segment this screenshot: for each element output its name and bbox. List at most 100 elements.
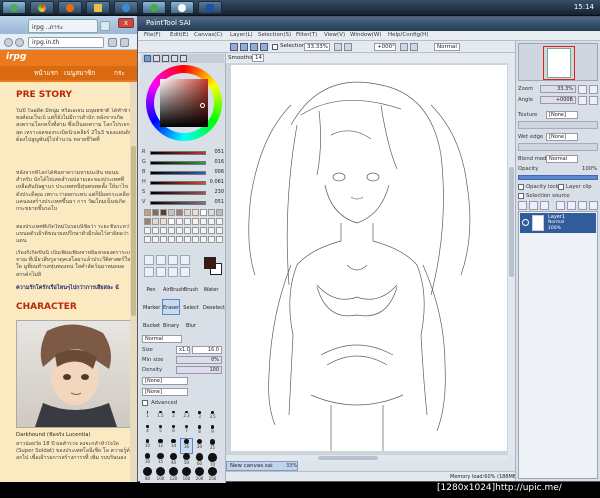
color-swatch[interactable] xyxy=(208,209,215,216)
brush-size-preset[interactable]: 1.5 xyxy=(155,411,166,425)
brush-shape-select[interactable]: [None] xyxy=(142,377,188,385)
nav-zoom-out-icon[interactable] xyxy=(578,85,587,94)
brush-size-preset[interactable]: 160 xyxy=(181,467,192,481)
color-slider-value[interactable]: 051 xyxy=(208,199,224,205)
color-swatch[interactable] xyxy=(200,209,207,216)
menu-window[interactable]: Window(W) xyxy=(350,32,381,38)
brush-size-preset[interactable]: 6 xyxy=(168,425,179,439)
tool-deselect[interactable]: Deselect xyxy=(202,299,225,315)
wetedge-select[interactable]: [None] xyxy=(546,133,578,141)
menu-layer[interactable]: Layer(L) xyxy=(230,32,253,38)
color-slider-track[interactable] xyxy=(150,151,206,155)
menu-canvas[interactable]: Canvas(C) xyxy=(194,32,222,38)
brush-size-preset[interactable]: 1 xyxy=(142,411,153,425)
swatches-tab-icon[interactable] xyxy=(171,55,178,62)
tool-empty[interactable] xyxy=(202,317,220,333)
menu-filter[interactable]: Filter(T) xyxy=(296,32,317,38)
new-folder-icon[interactable] xyxy=(540,201,549,210)
menu-edit[interactable]: Edit(E) xyxy=(170,32,188,38)
brush-size-preset[interactable]: 70 xyxy=(207,453,218,467)
nav-zoom-in-icon[interactable] xyxy=(589,85,598,94)
zoom-tool-icon[interactable] xyxy=(144,267,154,277)
deselect-icon[interactable] xyxy=(250,43,258,51)
color-swatch[interactable] xyxy=(184,227,191,234)
navigator-preview[interactable] xyxy=(518,43,598,81)
tool-airbrush[interactable]: AirBrush xyxy=(162,281,184,297)
layer-clip-checkbox[interactable] xyxy=(558,184,564,190)
selection-checkbox[interactable] xyxy=(272,44,278,50)
color-swatch[interactable] xyxy=(160,218,167,225)
browser-scroll-thumb[interactable] xyxy=(131,146,136,316)
tool-pen[interactable]: Pen xyxy=(142,281,160,297)
brush-size-preset[interactable]: 250 xyxy=(207,467,218,481)
brush-size-preset[interactable]: 2.3 xyxy=(181,411,192,425)
color-swatch[interactable] xyxy=(200,218,207,225)
density-field[interactable]: 100 xyxy=(176,366,222,374)
color-swatch[interactable] xyxy=(216,218,223,225)
color-slider-b[interactable]: B 006 xyxy=(142,169,224,177)
color-slider-value[interactable]: 051 xyxy=(208,149,224,155)
delete-layer-icon[interactable] xyxy=(589,201,598,210)
color-mode-tabs[interactable] xyxy=(142,54,224,63)
color-swatch[interactable] xyxy=(192,218,199,225)
color-swatch[interactable] xyxy=(168,236,175,243)
tool-blur[interactable]: Blur xyxy=(182,317,200,333)
color-swatch[interactable] xyxy=(160,227,167,234)
color-swatch[interactable] xyxy=(176,236,183,243)
color-slider-v[interactable]: V 051 xyxy=(142,199,224,207)
brush-size-preset[interactable]: 100 xyxy=(155,467,166,481)
navigator-viewport[interactable] xyxy=(543,46,575,80)
brush-size-preset[interactable]: 50 xyxy=(181,453,192,467)
brush-size-preset[interactable]: 40 xyxy=(168,453,179,467)
taskbar-folder-button[interactable] xyxy=(86,1,110,14)
zoom-out-icon[interactable] xyxy=(334,43,342,51)
angle-field[interactable]: +000° xyxy=(374,43,396,51)
brush-size-preset[interactable]: 4 xyxy=(142,425,153,439)
tool-select[interactable]: Select xyxy=(182,299,200,315)
taskbar-photoshop-button[interactable] xyxy=(198,1,222,14)
brush-size-preset[interactable]: 60 xyxy=(194,453,205,467)
wrench-icon[interactable] xyxy=(120,38,129,47)
zoom-in-icon[interactable] xyxy=(344,43,352,51)
address-bar[interactable]: irpg.in.th xyxy=(28,37,104,48)
hsv-slider-tab-icon[interactable] xyxy=(162,55,169,62)
rect-select-icon[interactable] xyxy=(144,255,154,265)
color-slider-r[interactable]: R 051 xyxy=(142,149,224,157)
invert-selection-icon[interactable] xyxy=(260,43,268,51)
undo-icon[interactable] xyxy=(230,43,238,51)
lasso-icon[interactable] xyxy=(156,255,166,265)
color-slider-track[interactable] xyxy=(150,181,206,185)
brush-size-preset[interactable]: 25 xyxy=(207,439,218,453)
new-tab-button[interactable] xyxy=(100,21,110,31)
brush-size-preset[interactable]: 120 xyxy=(168,467,179,481)
brush-texture-select[interactable]: [None] xyxy=(142,388,188,396)
color-swatch[interactable] xyxy=(152,218,159,225)
rotate-left-icon[interactable] xyxy=(400,43,408,51)
tool-bucket[interactable]: Bucket xyxy=(142,317,160,333)
texture-select[interactable]: [None] xyxy=(546,111,578,119)
nav-angle-field[interactable]: +000B xyxy=(540,96,576,104)
nav-rotate-right-icon[interactable] xyxy=(589,96,598,105)
swatch-grid[interactable] xyxy=(144,209,223,249)
new-linework-layer-icon[interactable] xyxy=(529,201,538,210)
color-slider-s[interactable]: S 230 xyxy=(142,189,224,197)
forward-icon[interactable] xyxy=(15,38,24,47)
brush-size-preset[interactable]: 9 xyxy=(207,425,218,439)
canvas-vertical-thumb[interactable] xyxy=(509,167,514,277)
brush-size-preset[interactable]: 7 xyxy=(181,425,192,439)
drawing-canvas[interactable] xyxy=(231,65,507,451)
color-swatch[interactable] xyxy=(152,227,159,234)
brush-size-preset[interactable]: 16 xyxy=(180,438,193,454)
brush-size-preset[interactable]: 5 xyxy=(155,425,166,439)
color-swatch[interactable] xyxy=(208,227,215,234)
minsize-field[interactable]: 0% xyxy=(176,356,222,364)
redo-icon[interactable] xyxy=(240,43,248,51)
color-swatch[interactable] xyxy=(200,236,207,243)
mode-select[interactable]: Normal xyxy=(434,43,460,51)
opacity-lock-checkbox[interactable] xyxy=(518,184,524,190)
menu-help[interactable]: Help/Config(H) xyxy=(388,32,428,38)
brush-size-preset[interactable]: 2 xyxy=(168,411,179,425)
color-slider-track[interactable] xyxy=(150,171,206,175)
canvas-horizontal-thumb[interactable] xyxy=(318,456,378,460)
scratchpad-tab-icon[interactable] xyxy=(180,55,187,62)
